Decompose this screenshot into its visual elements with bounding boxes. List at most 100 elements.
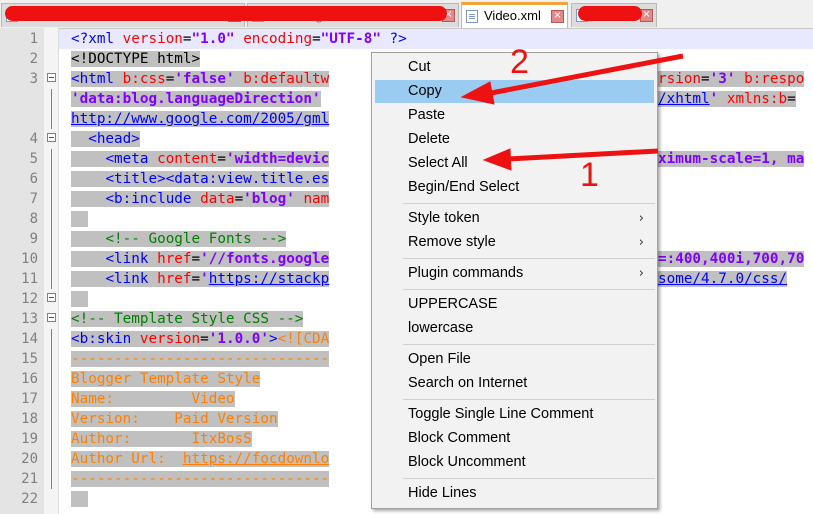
- code-token: version: [139, 331, 201, 347]
- code-token: Blogger Template Style: [71, 371, 261, 387]
- code-line[interactable]: 1 <?xml version="1.0" encoding="UTF-8" ?>: [0, 29, 813, 49]
- fold-line: [51, 369, 52, 389]
- file-icon: [466, 10, 478, 23]
- code-token: '1.0.0': [208, 331, 270, 347]
- menu-item-label: Block Uncomment: [408, 454, 526, 470]
- menu-item-remove-style[interactable]: Remove style ›: [375, 231, 654, 254]
- code-token: =:400,400i,700,70: [658, 251, 805, 267]
- line-number: 1: [29, 31, 38, 47]
- code-text: <link href='//fonts.google: [71, 249, 330, 269]
- code-token: <b:skin: [71, 331, 140, 347]
- code-text: <?xml version="1.0" encoding="UTF-8" ?>: [71, 29, 407, 49]
- menu-separator: [403, 203, 655, 204]
- code-token: Name: Video: [71, 391, 235, 407]
- menu-item-hide-lines[interactable]: Hide Lines: [375, 482, 654, 505]
- code-token: Author: ItxBosS: [71, 431, 252, 447]
- menu-item-paste[interactable]: Paste: [375, 104, 654, 127]
- line-number: 22: [21, 491, 38, 507]
- code-text: 'data:blog.languageDirection': [71, 89, 321, 109]
- code-token: ------------------------------: [71, 351, 330, 367]
- code-text: <meta content='width=devic: [71, 149, 330, 169]
- code-text-overflow: =:400,400i,700,70: [658, 249, 805, 269]
- menu-item-uppercase[interactable]: UPPERCASE: [375, 293, 654, 316]
- code-token: data: [200, 191, 235, 207]
- code-text: [71, 289, 89, 309]
- close-tab-icon[interactable]: ×: [640, 9, 653, 22]
- menu-item-search-on-internet[interactable]: Search on Internet: [375, 372, 654, 395]
- code-text: ------------------------------: [71, 469, 330, 489]
- code-token: =: [787, 91, 796, 107]
- menu-separator: [403, 289, 655, 290]
- menu-item-label: Begin/End Select: [408, 179, 520, 195]
- code-token: 'blog': [243, 191, 295, 207]
- code-token: some/4.7.0/css/: [658, 271, 788, 287]
- code-text-overflow: ximum-scale=1, ma: [658, 149, 805, 169]
- code-token: =: [312, 31, 321, 47]
- code-token: <link: [105, 271, 158, 287]
- menu-item-label: Cut: [408, 59, 431, 75]
- menu-item-toggle-single-line-comment[interactable]: Toggle Single Line Comment: [375, 403, 654, 426]
- fold-line: [51, 149, 52, 169]
- menu-item-block-comment[interactable]: Block Comment: [375, 427, 654, 450]
- code-token: nam: [303, 191, 330, 207]
- code-token: <head>: [88, 131, 140, 147]
- code-token: '3': [709, 71, 736, 87]
- fold-line: [51, 449, 52, 469]
- code-token: /xhtml: [658, 91, 710, 107]
- line-number: 15: [21, 351, 38, 367]
- line-number: 21: [21, 471, 38, 487]
- annotation-number-2: 2: [510, 43, 529, 81]
- fold-line: [51, 329, 52, 349]
- code-text: [71, 489, 89, 509]
- line-number: 6: [29, 171, 38, 187]
- menu-item-plugin-commands[interactable]: Plugin commands ›: [375, 262, 654, 285]
- code-text: <title><data:view.title.es: [71, 169, 330, 189]
- line-number: 4: [29, 131, 38, 147]
- menu-item-lowercase[interactable]: lowercase: [375, 317, 654, 340]
- submenu-arrow-icon: ›: [638, 235, 644, 250]
- menu-item-begin-end-select[interactable]: Begin/End Select: [375, 176, 654, 199]
- code-token: ?>: [380, 31, 407, 47]
- code-token: '//fonts.google: [200, 251, 330, 267]
- redaction-mark: [5, 6, 447, 21]
- code-text: ------------------------------: [71, 349, 330, 369]
- close-tab-icon[interactable]: ×: [551, 10, 564, 23]
- line-number: 7: [29, 191, 38, 207]
- menu-separator: [403, 399, 655, 400]
- fold-toggle-icon[interactable]: [47, 133, 56, 142]
- code-text: Version: Paid Version: [71, 409, 278, 429]
- menu-item-open-file[interactable]: Open File: [375, 348, 654, 371]
- code-token: encoding: [243, 31, 313, 47]
- code-token: b:css: [122, 71, 166, 87]
- annotation-number-1: 1: [580, 156, 599, 194]
- menu-item-label: UPPERCASE: [408, 296, 498, 312]
- submenu-arrow-icon: ›: [638, 266, 644, 281]
- menu-item-select-all[interactable]: Select All: [375, 152, 654, 175]
- fold-line: [51, 209, 52, 229]
- line-number: 20: [21, 451, 38, 467]
- code-token: =: [191, 271, 201, 287]
- menu-item-delete[interactable]: Delete: [375, 128, 654, 151]
- menu-item-label: Style token: [408, 210, 480, 226]
- menu-item-copy[interactable]: Copy: [375, 80, 654, 103]
- tab-video-xml[interactable]: Video.xml ×: [461, 2, 568, 28]
- code-token: =: [182, 31, 192, 47]
- menu-item-label: Toggle Single Line Comment: [408, 406, 594, 422]
- code-token: version: [122, 31, 183, 47]
- code-token: ': [709, 91, 719, 107]
- menu-item-label: Open File: [408, 351, 471, 367]
- code-token: =: [200, 331, 209, 347]
- menu-item-label: Search on Internet: [408, 375, 528, 391]
- menu-item-block-uncomment[interactable]: Block Uncomment: [375, 451, 654, 474]
- code-text: [71, 209, 89, 229]
- code-token: =: [234, 191, 244, 207]
- menu-item-label: Copy: [408, 83, 442, 99]
- code-text: <!-- Template Style CSS -->: [71, 309, 304, 329]
- fold-toggle-icon[interactable]: [47, 73, 56, 82]
- redaction-mark: [578, 6, 642, 21]
- fold-toggle-icon[interactable]: [47, 313, 56, 322]
- fold-toggle-icon[interactable]: [47, 293, 56, 302]
- menu-item-style-token[interactable]: Style token ›: [375, 207, 654, 230]
